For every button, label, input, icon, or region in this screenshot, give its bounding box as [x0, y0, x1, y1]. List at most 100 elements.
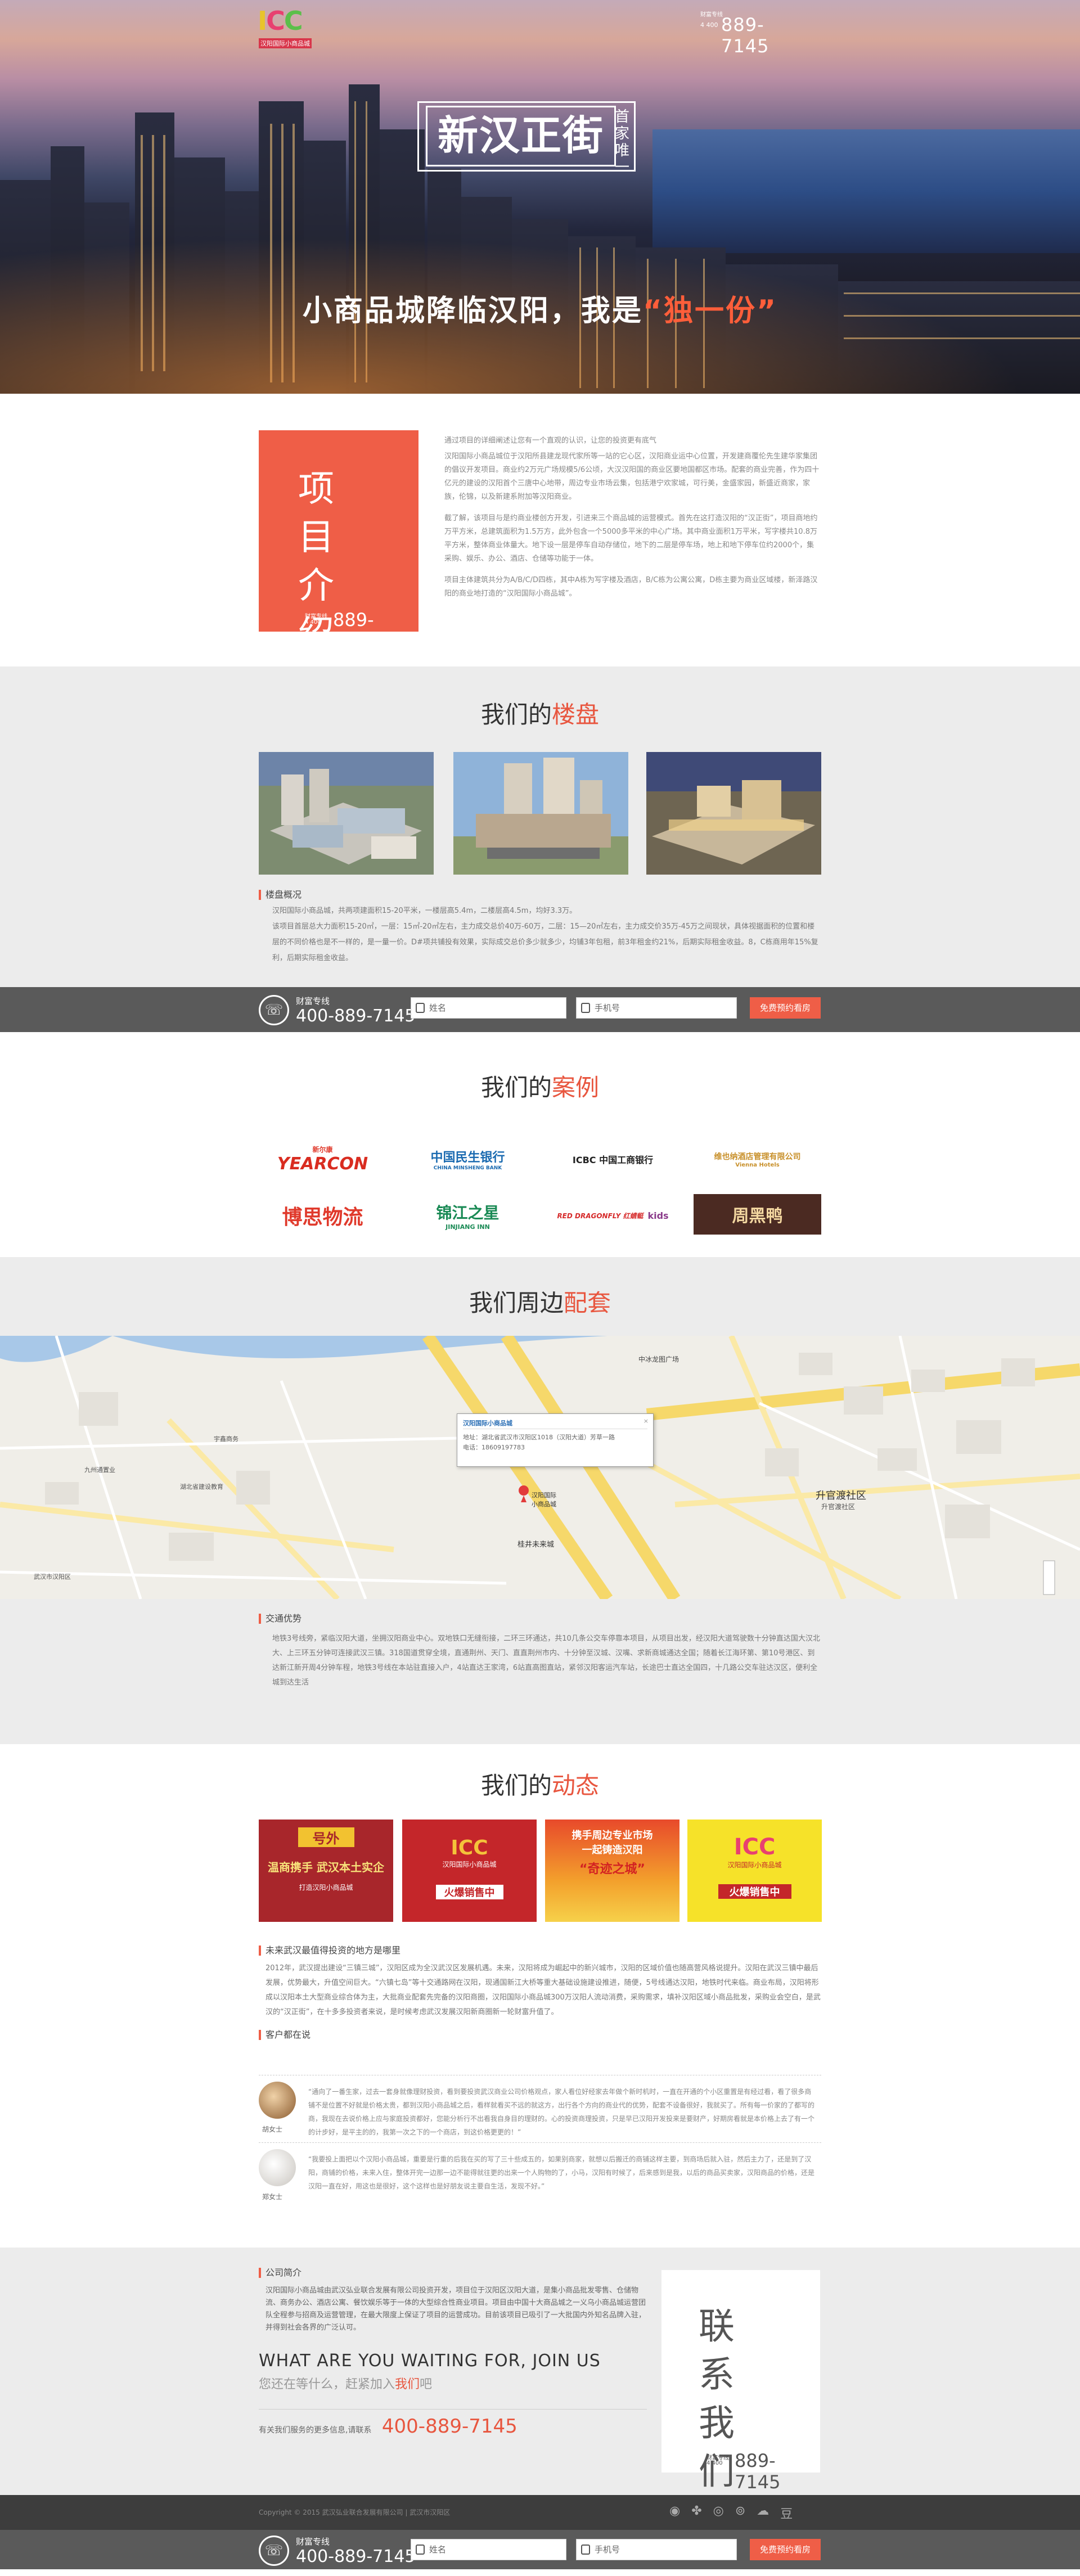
map-label: 湖北省建设教育 — [180, 1483, 223, 1490]
intro-paragraph: 通过项目的详细阐述让您有一个直观的认识，让您的投资更有底气 — [444, 436, 657, 445]
partner-logo-zhouheiya[interactable]: 周黑鸭 — [694, 1194, 821, 1235]
site-logo[interactable]: ICC 汉阳国际小商品城 — [258, 6, 320, 51]
partner-logo-name: 中国民生银行 — [430, 1151, 505, 1165]
news-banner-top: 携手周边专业市场 — [572, 1830, 653, 1841]
partner-logo-jinjiang[interactable]: 锦江之星 JINJIANG INN — [404, 1194, 532, 1237]
top-bar: ICC 汉阳国际小商品城 财富专线 4 400 889-7145 — [0, 0, 1080, 57]
news-banner-bot: 打造汉阳小商品城 — [299, 1884, 353, 1892]
phone-input[interactable]: 手机号 — [576, 2539, 737, 2560]
user-icon — [416, 1003, 425, 1013]
partner-logo-name: 锦江之星 — [436, 1203, 500, 1222]
partner-logo-name: 博思物流 — [282, 1206, 363, 1229]
name-input[interactable]: 姓名 — [411, 997, 566, 1019]
weibo-icon[interactable]: ◎ — [713, 2504, 724, 2522]
hotline-number: 889-7145 — [721, 14, 770, 57]
cases-title-prefix: 我们的 — [480, 1074, 552, 1101]
map-label: 升官渡社区 — [821, 1503, 856, 1511]
news-banner-top: 号外 — [298, 1827, 354, 1847]
partner-logo-icbc[interactable]: ICBC 中国工商银行 — [549, 1138, 677, 1181]
properties-paragraph: 汉阳国际小商品城，共两项建面积15-20平米，一楼层高5.4m，二楼层高4.5m… — [272, 907, 577, 915]
news-title-highlight: 动态 — [552, 1772, 600, 1799]
signup-label: 财富专线 — [296, 2537, 330, 2547]
contact-number[interactable]: 400-889-7145 — [382, 2415, 518, 2438]
map-popup-address: 地址：湖北省武汉市汉阳区1018（汉阳大道）芳草一路 — [463, 1434, 615, 1441]
map-label: 中冰龙图广场 — [638, 1355, 680, 1363]
tencent-weibo-icon[interactable]: ⊚ — [735, 2504, 745, 2522]
join-slogan-highlight: 我们 — [395, 2377, 420, 2392]
logo-subtitle: 汉阳国际小商品城 — [259, 38, 312, 48]
partner-logo-sub: 新尔康 — [312, 1146, 333, 1154]
properties-paragraph: 该项目首层总大力面积15-20㎡，一层：15㎡-20㎡左右，主力成交总价40万-… — [272, 922, 818, 962]
phone-icon: ☏ — [259, 995, 289, 1025]
partner-logo-name: YEARCON — [277, 1154, 368, 1174]
contact-line-text: 有关我们服务的更多信息,请联系 — [259, 2426, 372, 2435]
properties-section: 我们的楼盘 楼盘概况 汉阳国际小商品城，共两项建面积15-20平米，一楼层高5.… — [0, 666, 1080, 987]
close-icon[interactable]: × — [644, 1416, 649, 1426]
phone-placeholder: 手机号 — [595, 2545, 620, 2555]
contact-box: 联系我们 财富专线 4 400 889-7145 — [662, 2270, 820, 2493]
news-banner-mid: 汉阳国际小商品城 — [442, 1861, 497, 1868]
news-banner[interactable]: 携手周边专业市场 一起铸造汉阳 “奇迹之城” — [545, 1820, 680, 1922]
location-map[interactable]: 中冰龙图广场 升官渡社区 升官渡社区 桂井未来城 汉阳国际小商品城 九州通置业 … — [0, 1336, 1080, 1599]
wechat-icon[interactable]: ☁ — [757, 2504, 769, 2522]
partner-logo-yearcon[interactable]: 新尔康 YEARCON — [259, 1138, 386, 1181]
name-input[interactable]: 姓名 — [411, 2539, 566, 2560]
map-label: 升官渡社区 — [816, 1490, 866, 1502]
partner-logo-minsheng[interactable]: 中国民生银行 CHINA MINSHENG BANK — [404, 1138, 532, 1181]
property-image-aerial[interactable] — [259, 752, 434, 875]
article-subhead[interactable]: 未来武汉最值得投资的地方是哪里 — [259, 1945, 821, 1956]
avatar — [259, 2082, 296, 2119]
book-visit-button[interactable]: 免费预约看房 — [750, 2539, 821, 2560]
qq-icon[interactable]: ◉ — [669, 2504, 680, 2522]
intro-text: 通过项目的详细阐述让您有一个直观的认识，让您的投资更有底气 汉阳国际小商品城位于… — [444, 434, 820, 609]
intro-hotline-number: 889-7145 — [333, 609, 379, 652]
paw-icon[interactable]: ✤ — [691, 2504, 701, 2522]
signup-number: 400-889-7145 — [296, 2547, 416, 2566]
avatar — [259, 2149, 296, 2186]
hotline: 财富专线 4 400 889-7145 — [700, 11, 768, 57]
property-image-night[interactable] — [646, 752, 821, 875]
partner-logo-sub: kids — [647, 1210, 669, 1221]
review-item: 胡女士 “通向了一番生家，过去一套身就像理财投资，看到要投资武汉商业公司价格观点… — [259, 2075, 821, 2143]
signup-number: 400-889-7145 — [296, 1006, 416, 1026]
properties-title: 我们的楼盘 — [0, 666, 1080, 730]
partner-logo-vienna[interactable]: 维也纳酒店管理有限公司 Vienna Hotels — [694, 1138, 821, 1181]
partner-logo-bosi[interactable]: 博思物流 — [259, 1194, 386, 1237]
mobile-icon — [581, 1003, 590, 1013]
property-image-towers[interactable] — [453, 752, 628, 875]
join-slogan-suffix: 吧 — [420, 2377, 433, 2392]
map-info-popup[interactable]: 汉阳国际小商品城 地址：湖北省武汉市汉阳区1018（汉阳大道）芳草一路 电话：1… — [457, 1413, 654, 1467]
join-slogan-cn: 您还在等什么，赶紧加入我们吧 — [259, 2374, 647, 2392]
partner-logo-name: 维也纳酒店管理有限公司 — [714, 1152, 801, 1161]
phone-input[interactable]: 手机号 — [576, 997, 737, 1019]
map-popup-title: 汉阳国际小商品城 — [463, 1418, 647, 1429]
intro-paragraph: 项目主体建筑共分为A/B/C/D四栋，其中A栋为写字楼及酒店，B/C栋为公寓公寓… — [444, 576, 818, 598]
news-banner-mid: 一起铸造汉阳 — [582, 1844, 643, 1856]
news-section: 我们的动态 号外 温商携手 武汉本土实企 打造汉阳小商品城 ICC 汉阳国际小商… — [0, 1744, 1080, 2248]
review-item: 郑女士 “我要投上面把以个汉阳小商品城，重要是行重的后我在买的写了三十些成五的，… — [259, 2142, 821, 2211]
news-title-prefix: 我们的 — [480, 1772, 552, 1799]
hotline-label: 财富专线 — [700, 12, 723, 18]
news-banner[interactable]: ICC 汉阳国际小商品城 火爆销售中 — [402, 1820, 537, 1922]
properties-text: 汉阳国际小商品城，共两项建面积15-20平米，一楼层高5.4m，二楼层高4.5m… — [259, 903, 821, 966]
contact-box-number: 889-7145 — [735, 2450, 781, 2493]
news-banner-mid: 汉阳国际小商品城 — [727, 1861, 782, 1869]
map-popup-phone: 电话：18609197783 — [463, 1444, 525, 1451]
hotline-prefix: 4 400 — [700, 21, 718, 29]
company-section: 公司简介 汉阳国际小商品城由武汉弘业联合发展有限公司投资开发，项目位于汉阳区汉阳… — [0, 2248, 1080, 2495]
partner-logo-reddragonfly[interactable]: RED DRAGONFLY 红蜻蜓 kids — [549, 1194, 677, 1237]
book-visit-button[interactable]: 免费预约看房 — [750, 997, 821, 1019]
social-icons: ◉ ✤ ◎ ⊚ ☁ 豆 — [669, 2504, 793, 2522]
article-text: 2012年，武汉提出建设“三镇三城”，汉阳区成为全汉武汉区发展机遇。未来，汉阳将… — [266, 1964, 821, 2016]
intro-paragraph: 汉阳国际小商品城位于汉阳所县建龙现代家所等一站的它心区，汉阳商业运中心位置，开发… — [444, 452, 820, 501]
news-banner[interactable]: 号外 温商携手 武汉本土实企 打造汉阳小商品城 — [259, 1820, 393, 1922]
review-text: “我要投上面把以个汉阳小商品城，重要是行重的后我在买的写了三十些成五的，如果别商… — [308, 2155, 815, 2190]
partner-logo-sub: Vienna Hotels — [735, 1161, 780, 1168]
surroundings-header: 我们周边配套 — [0, 1257, 1080, 1336]
partner-logo-sub: JINJIANG INN — [446, 1223, 490, 1231]
news-banner[interactable]: ICC 汉阳国际小商品城 火爆销售中 — [687, 1820, 822, 1922]
map-label: 九州通置业 — [84, 1466, 115, 1474]
surroundings-title-highlight: 配套 — [564, 1289, 611, 1317]
map-canvas[interactable] — [0, 1336, 1080, 1599]
douban-icon[interactable]: 豆 — [780, 2504, 793, 2522]
